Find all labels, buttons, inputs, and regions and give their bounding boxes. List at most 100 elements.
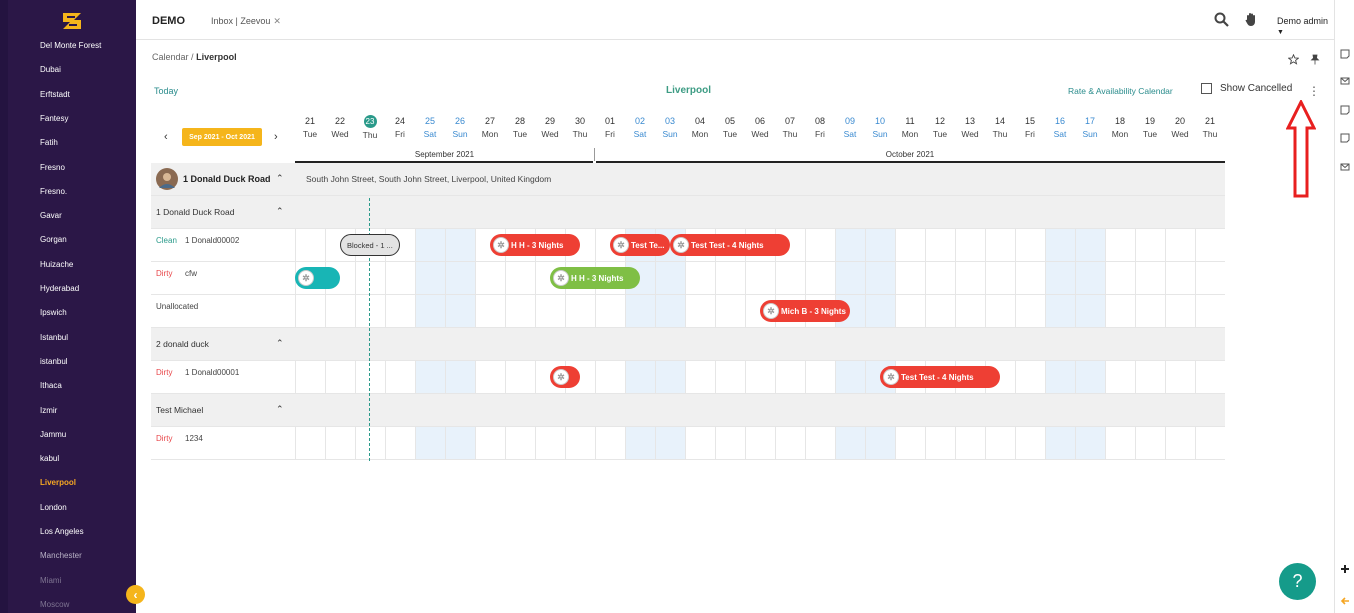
day-cell[interactable] (445, 229, 475, 261)
day-cell[interactable] (385, 295, 415, 327)
day-cell[interactable] (1045, 262, 1075, 294)
day-cell[interactable] (625, 361, 655, 393)
day-cell[interactable] (415, 262, 445, 294)
day-cell[interactable] (655, 262, 685, 294)
day-cell[interactable] (835, 262, 865, 294)
day-cell[interactable] (955, 229, 985, 261)
day-cell[interactable] (475, 361, 505, 393)
day-cell[interactable] (985, 295, 1015, 327)
day-cell[interactable] (1045, 295, 1075, 327)
day-cell[interactable] (1165, 229, 1195, 261)
day-cell[interactable] (445, 262, 475, 294)
day-cell[interactable] (1105, 295, 1135, 327)
day-cell[interactable] (745, 427, 775, 459)
star-icon[interactable] (1288, 54, 1299, 65)
day-cell[interactable] (925, 427, 955, 459)
day-cell[interactable] (715, 295, 745, 327)
day-cell[interactable] (1135, 427, 1165, 459)
day-cell[interactable] (355, 262, 385, 294)
more-options-icon[interactable]: ⋮ (1308, 84, 1320, 98)
day-cell[interactable] (925, 295, 955, 327)
day-cell[interactable] (715, 361, 745, 393)
day-cell[interactable] (325, 295, 355, 327)
day-cell[interactable] (955, 295, 985, 327)
show-cancelled-toggle[interactable]: Show Cancelled (1201, 83, 1292, 94)
sidebar-city-item[interactable]: Huizache (40, 260, 73, 269)
day-cell[interactable] (325, 361, 355, 393)
day-cell[interactable] (805, 262, 835, 294)
sidebar-city-item[interactable]: kabul (40, 454, 59, 463)
day-cell[interactable] (775, 262, 805, 294)
note-icon[interactable] (1340, 133, 1350, 143)
show-cancelled-checkbox[interactable] (1201, 83, 1212, 94)
day-cell[interactable] (955, 262, 985, 294)
user-name[interactable]: Demo admin (1277, 16, 1328, 26)
day-cell[interactable] (1015, 229, 1045, 261)
day-cell[interactable] (595, 427, 625, 459)
housekeeping-status[interactable]: Dirty (156, 269, 172, 278)
day-cell[interactable] (565, 427, 595, 459)
day-cell[interactable] (355, 427, 385, 459)
chevron-left-icon[interactable]: ‹ (126, 585, 145, 604)
help-button[interactable]: ? (1279, 563, 1316, 600)
booking-bar[interactable]: ✲ (295, 267, 340, 289)
housekeeping-status[interactable]: Dirty (156, 434, 172, 443)
day-cell[interactable] (865, 262, 895, 294)
day-cell[interactable] (505, 262, 535, 294)
day-cell[interactable] (1135, 229, 1165, 261)
day-cell[interactable] (295, 427, 325, 459)
day-cell[interactable] (415, 229, 445, 261)
day-cell[interactable] (415, 295, 445, 327)
sidebar-city-item[interactable]: Ipswich (40, 308, 67, 317)
day-cell[interactable] (655, 427, 685, 459)
sidebar-city-item[interactable]: Istanbul (40, 333, 68, 342)
day-cell[interactable] (1105, 361, 1135, 393)
day-cell[interactable] (715, 262, 745, 294)
housekeeping-status[interactable]: Dirty (156, 368, 172, 377)
day-cell[interactable] (1045, 229, 1075, 261)
breadcrumb-root[interactable]: Calendar (152, 52, 189, 62)
sidebar-city-item[interactable]: Hyderabad (40, 284, 79, 293)
sidebar-city-item[interactable]: Los Angeles (40, 527, 84, 536)
room-type-name[interactable]: Test Michael (156, 405, 203, 415)
booking-bar[interactable]: ✲ Mich B - 3 Nights (760, 300, 850, 322)
day-cell[interactable] (1195, 262, 1225, 294)
day-cell[interactable] (505, 295, 535, 327)
plus-icon[interactable] (1340, 564, 1350, 574)
day-cell[interactable] (685, 262, 715, 294)
day-cell[interactable] (625, 295, 655, 327)
prev-range-button[interactable]: ‹ (164, 131, 168, 143)
day-cell[interactable] (985, 229, 1015, 261)
sidebar-city-item[interactable]: Fatih (40, 138, 58, 147)
day-cell[interactable] (475, 262, 505, 294)
day-cell[interactable] (1015, 262, 1045, 294)
today-button[interactable]: Today (154, 86, 178, 96)
search-icon[interactable] (1214, 12, 1229, 27)
day-cell[interactable] (295, 229, 325, 261)
sidebar-city-item[interactable]: Miami (40, 576, 61, 585)
day-cell[interactable] (445, 295, 475, 327)
sidebar-city-item[interactable]: Fresno (40, 163, 65, 172)
booking-bar[interactable]: ✲ Test Test - 4 Nights (670, 234, 790, 256)
day-cell[interactable] (1075, 427, 1105, 459)
sidebar-city-item[interactable]: Gavar (40, 211, 62, 220)
day-cell[interactable] (1195, 427, 1225, 459)
sidebar-city-item[interactable]: Ithaca (40, 381, 62, 390)
day-cell[interactable] (835, 229, 865, 261)
day-cell[interactable] (295, 361, 325, 393)
day-cell[interactable] (445, 427, 475, 459)
pin-icon[interactable] (1310, 54, 1320, 65)
day-cell[interactable] (655, 295, 685, 327)
day-cell[interactable] (925, 229, 955, 261)
day-cell[interactable] (1165, 361, 1195, 393)
sidebar-city-item[interactable]: Gorgan (40, 235, 67, 244)
day-cell[interactable] (565, 295, 595, 327)
sidebar-city-item[interactable]: London (40, 503, 67, 512)
day-cell[interactable] (595, 295, 625, 327)
day-cell[interactable] (535, 295, 565, 327)
day-cell[interactable] (895, 229, 925, 261)
close-icon[interactable]: ✕ (273, 16, 281, 26)
sidebar-city-item[interactable]: istanbul (40, 357, 68, 366)
day-cell[interactable] (835, 427, 865, 459)
day-cell[interactable] (385, 427, 415, 459)
